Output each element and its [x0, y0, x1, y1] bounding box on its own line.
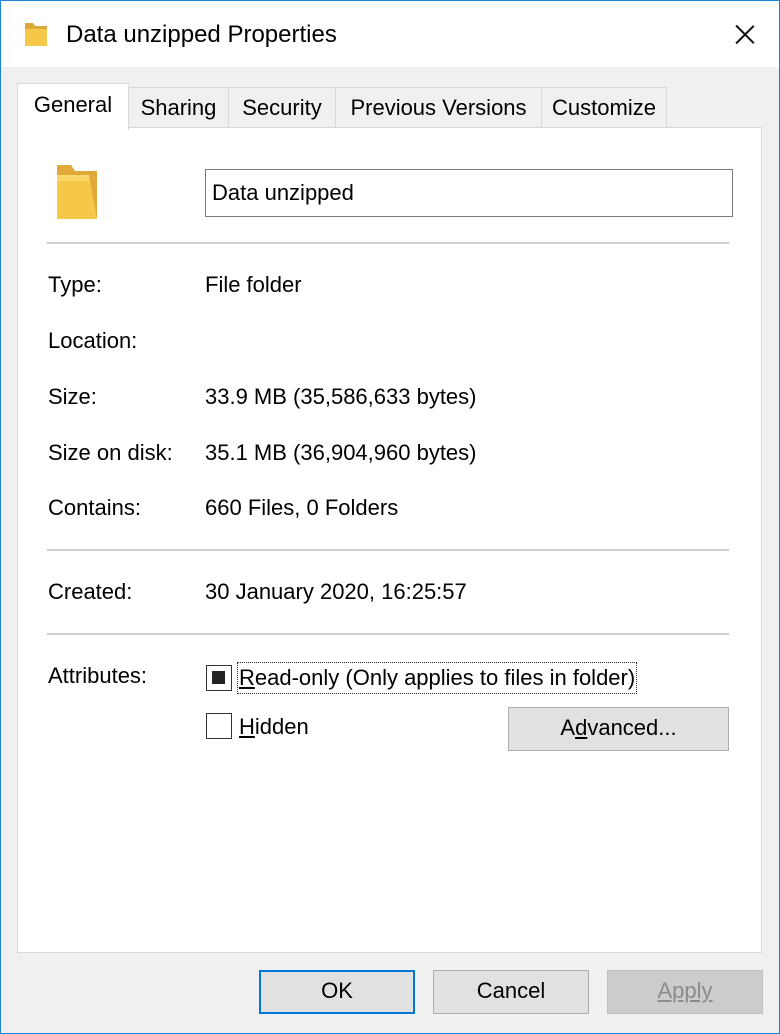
hidden-label-accesskey: H — [239, 714, 255, 739]
size-value: 33.9 MB (35,586,633 bytes) — [205, 384, 477, 409]
properties-dialog: Data unzipped Properties General Sharing… — [0, 0, 780, 1034]
readonly-label-accesskey: R — [239, 665, 255, 690]
cancel-button[interactable]: Cancel — [433, 970, 589, 1014]
readonly-label[interactable]: Read-only (Only applies to files in fold… — [236, 662, 638, 694]
divider — [47, 549, 729, 551]
contains-label: Contains: — [48, 495, 141, 520]
title-bar: Data unzipped Properties — [1, 1, 779, 67]
created-label: Created: — [48, 579, 133, 604]
tab-security[interactable]: Security — [228, 87, 336, 127]
tab-previous-versions[interactable]: Previous Versions — [335, 87, 542, 127]
folder-large-icon — [57, 165, 97, 219]
contains-value: 660 Files, 0 Folders — [205, 495, 399, 520]
tab-customize[interactable]: Customize — [541, 87, 667, 127]
close-icon[interactable] — [717, 11, 773, 57]
hidden-label[interactable]: Hidden — [239, 713, 309, 741]
created-value: 30 January 2020, 16:25:57 — [205, 579, 467, 604]
type-value: File folder — [205, 272, 302, 297]
advanced-label-accesskey: d — [575, 715, 588, 740]
readonly-label-rest: ead-only (Only applies to files in folde… — [254, 665, 636, 690]
tab-general[interactable]: General — [17, 83, 129, 130]
readonly-checkbox[interactable] — [206, 665, 232, 691]
size-label: Size: — [48, 384, 97, 409]
apply-label: Apply — [657, 978, 713, 1003]
hidden-checkbox[interactable] — [206, 713, 232, 739]
type-label: Type: — [48, 272, 102, 297]
folder-icon — [25, 23, 47, 46]
general-tab-panel — [17, 127, 762, 953]
hidden-label-rest: idden — [254, 714, 309, 739]
ok-button[interactable]: OK — [259, 970, 415, 1014]
size-on-disk-label: Size on disk: — [48, 440, 173, 465]
attributes-label: Attributes: — [48, 663, 148, 688]
advanced-label-post: vanced... — [587, 715, 677, 740]
advanced-label-pre: A — [560, 715, 576, 740]
advanced-button[interactable]: Advanced... — [508, 707, 729, 751]
size-on-disk-value: 35.1 MB (36,904,960 bytes) — [205, 440, 477, 465]
tab-sharing[interactable]: Sharing — [128, 87, 229, 127]
divider — [47, 242, 729, 244]
window-title: Data unzipped Properties — [66, 21, 337, 48]
divider — [47, 633, 729, 635]
location-label: Location: — [48, 328, 138, 353]
apply-button[interactable]: Apply — [607, 970, 763, 1014]
folder-name-field[interactable] — [205, 169, 733, 217]
